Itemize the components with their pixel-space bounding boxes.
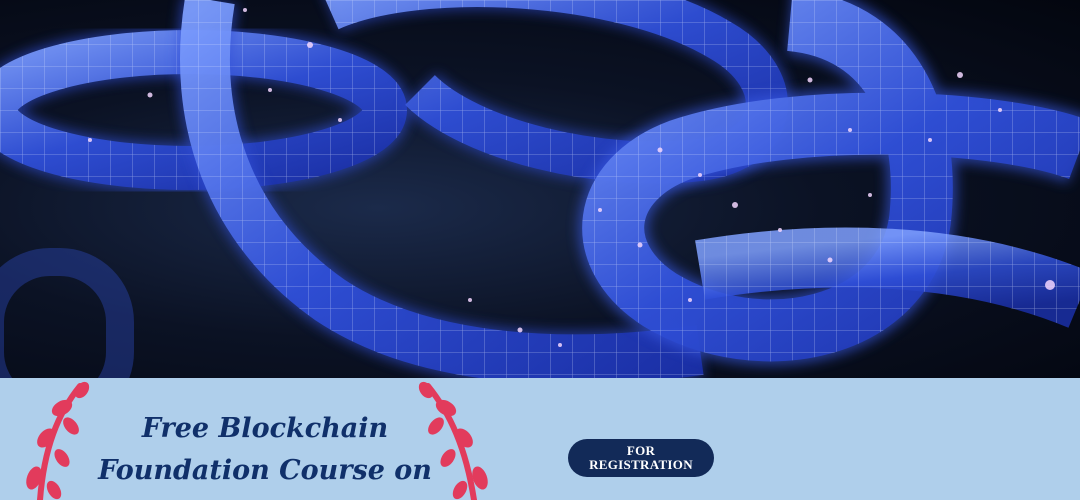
- hero-image: [0, 0, 1080, 378]
- registration-button[interactable]: FOR REGISTRATION: [568, 439, 714, 477]
- registration-button-line-2: REGISTRATION: [589, 457, 693, 472]
- course-banner: Free Blockchain Foundation Course on FOR…: [0, 0, 1080, 500]
- blockchain-links-image: [0, 0, 1080, 378]
- laurel-left-icon: [26, 381, 90, 500]
- course-title: Free Blockchain Foundation Course on: [95, 408, 435, 492]
- course-title-line-2: Foundation Course on: [98, 455, 432, 486]
- registration-button-line-1: FOR: [626, 443, 656, 458]
- background-chain-link: [0, 248, 134, 378]
- course-title-line-1: Free Blockchain: [141, 413, 389, 444]
- chain-link-right: [578, 0, 1080, 366]
